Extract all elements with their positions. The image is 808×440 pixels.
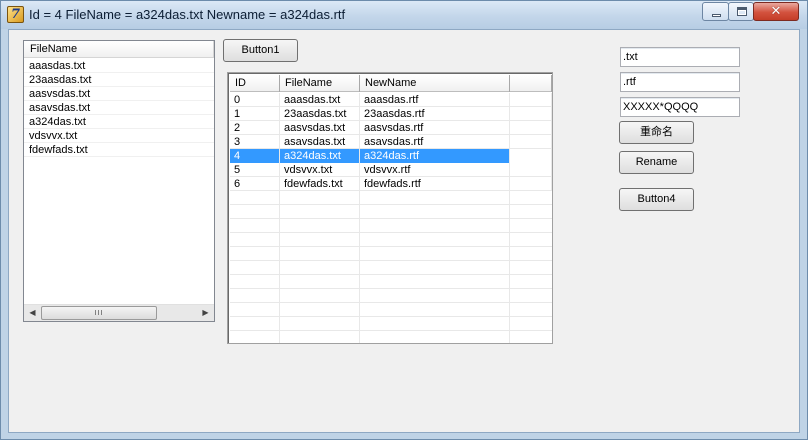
cell-id: 0 (230, 93, 280, 107)
close-button[interactable]: ✕ (753, 2, 799, 21)
list-item[interactable]: aasvsdas.txt (24, 87, 214, 101)
rename-cn-button[interactable]: 重命名 (619, 121, 694, 144)
cell-extra (510, 135, 552, 149)
cell-newname: vdsvvx.rtf (360, 163, 510, 177)
table-row-empty (230, 289, 552, 303)
old-extension-input[interactable]: .txt (620, 47, 740, 67)
cell-newname: aaasdas.rtf (360, 93, 510, 107)
table-row-empty (230, 261, 552, 275)
maximize-button[interactable] (728, 2, 754, 21)
column-header-filename[interactable]: FileName (24, 41, 214, 58)
cell-newname: 23aasdas.rtf (360, 107, 510, 121)
list-item[interactable]: fdewfads.txt (24, 143, 214, 157)
close-icon: ✕ (770, 4, 782, 19)
cell-extra (510, 107, 552, 121)
app-icon[interactable]: 7 (7, 6, 24, 23)
app-window: 7 Id = 4 FileName = a324das.txt Newname … (0, 0, 808, 440)
table-row-selected[interactable]: 4 a324das.txt a324das.rtf (230, 149, 552, 163)
table-row-empty (230, 303, 552, 317)
table-row[interactable]: 2 aasvsdas.txt aasvsdas.rtf (230, 121, 552, 135)
scroll-thumb[interactable]: III (41, 306, 157, 320)
list-item[interactable]: vdsvvx.txt (24, 129, 214, 143)
column-header-newname[interactable]: NewName (360, 75, 510, 92)
cell-id: 5 (230, 163, 280, 177)
table-row-empty (230, 233, 552, 247)
column-header-id[interactable]: ID (230, 75, 280, 92)
cell-filename: aaasdas.txt (280, 93, 360, 107)
cell-newname: fdewfads.rtf (360, 177, 510, 191)
file-list-rows: aaasdas.txt 23aasdas.txt aasvsdas.txt as… (24, 59, 214, 157)
table-row[interactable]: 3 asavsdas.txt asavsdas.rtf (230, 135, 552, 149)
cell-extra (510, 121, 552, 135)
table-row-empty (230, 205, 552, 219)
list-item[interactable]: asavsdas.txt (24, 101, 214, 115)
file-grid[interactable]: ID FileName NewName 0 aaasdas.txt aaasda… (227, 72, 553, 344)
cell-extra (510, 163, 552, 177)
button1[interactable]: Button1 (223, 39, 298, 62)
button4[interactable]: Button4 (619, 188, 694, 211)
cell-filename: 23aasdas.txt (280, 107, 360, 121)
minimize-button[interactable] (702, 2, 729, 21)
minimize-icon (712, 14, 721, 17)
table-row-empty (230, 247, 552, 261)
list-item[interactable]: a324das.txt (24, 115, 214, 129)
rename-button[interactable]: Rename (619, 151, 694, 174)
cell-newname: asavsdas.rtf (360, 135, 510, 149)
cell-newname: aasvsdas.rtf (360, 121, 510, 135)
table-row-empty (230, 331, 552, 343)
cell-filename: a324das.txt (280, 149, 360, 163)
table-row[interactable]: 1 23aasdas.txt 23aasdas.rtf (230, 107, 552, 121)
cell-id: 6 (230, 177, 280, 191)
grid-body: 0 aaasdas.txt aaasdas.rtf 1 23aasdas.txt… (230, 93, 552, 343)
table-row[interactable]: 5 vdsvvx.txt vdsvvx.rtf (230, 163, 552, 177)
title-bar[interactable]: 7 Id = 4 FileName = a324das.txt Newname … (1, 1, 807, 29)
cell-id: 2 (230, 121, 280, 135)
table-row-empty (230, 275, 552, 289)
column-header-filename[interactable]: FileName (280, 75, 360, 92)
cell-id: 1 (230, 107, 280, 121)
scroll-right-icon[interactable]: ▶ (197, 305, 214, 321)
column-header-extra[interactable] (510, 75, 552, 92)
grid-header: ID FileName NewName (230, 75, 552, 92)
window-title: Id = 4 FileName = a324das.txt Newname = … (29, 7, 346, 22)
horizontal-scrollbar[interactable]: ◀ III ▶ (24, 304, 214, 321)
cell-filename: fdewfads.txt (280, 177, 360, 191)
table-row[interactable]: 0 aaasdas.txt aaasdas.rtf (230, 93, 552, 107)
cell-id: 4 (230, 149, 280, 163)
cell-filename: vdsvvx.txt (280, 163, 360, 177)
cell-filename: aasvsdas.txt (280, 121, 360, 135)
cell-newname: a324das.rtf (360, 149, 510, 163)
pattern-input[interactable]: XXXXX*QQQQ (620, 97, 740, 117)
list-item[interactable]: aaasdas.txt (24, 59, 214, 73)
file-list-view[interactable]: FileName aaasdas.txt 23aasdas.txt aasvsd… (23, 40, 215, 322)
cell-filename: asavsdas.txt (280, 135, 360, 149)
list-item[interactable]: 23aasdas.txt (24, 73, 214, 87)
scroll-left-icon[interactable]: ◀ (24, 305, 41, 321)
maximize-icon (737, 7, 747, 16)
cell-extra (510, 177, 552, 191)
table-row-empty (230, 191, 552, 205)
file-list-header: FileName (24, 41, 214, 58)
table-row-empty (230, 219, 552, 233)
cell-extra (510, 93, 552, 107)
client-area: FileName aaasdas.txt 23aasdas.txt aasvsd… (8, 29, 800, 433)
table-row-empty (230, 317, 552, 331)
table-row[interactable]: 6 fdewfads.txt fdewfads.rtf (230, 177, 552, 191)
cell-id: 3 (230, 135, 280, 149)
cell-extra (510, 149, 552, 163)
new-extension-input[interactable]: .rtf (620, 72, 740, 92)
